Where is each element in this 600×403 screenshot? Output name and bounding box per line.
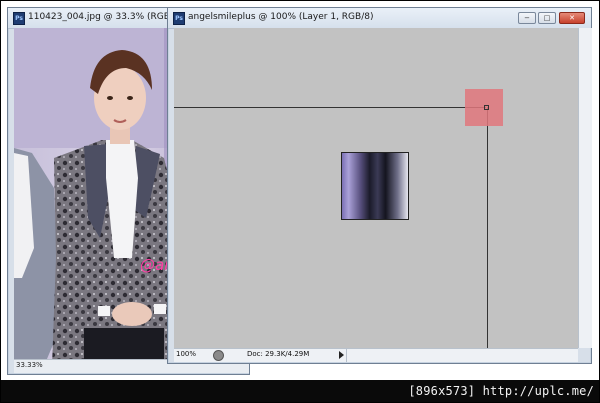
doc-size-info: Doc: 29.3K/4.29M	[247, 350, 310, 358]
canvas-document-window[interactable]: Ps angelsmileplus @ 100% (Layer 1, RGB/8…	[167, 7, 592, 364]
close-button[interactable]: ✕	[559, 12, 585, 24]
canvas-window-title: angelsmileplus @ 100% (Layer 1, RGB/8)	[188, 12, 374, 22]
canvas-window-titlebar[interactable]: Ps angelsmileplus @ 100% (Layer 1, RGB/8…	[168, 8, 591, 29]
canvas-zoom-level[interactable]: 100%	[176, 350, 196, 358]
status-info-icon[interactable]	[213, 350, 224, 361]
footer-bar: [896x573] http://uplc.me/	[0, 380, 600, 403]
canvas-status-bar: 100% Doc: 29.3K/4.29M	[174, 348, 578, 362]
status-menu-arrow-icon[interactable]	[339, 351, 344, 359]
minimize-button[interactable]: −	[518, 12, 536, 24]
photo-window-title: 110423_004.jpg @ 33.3% (RGB/8)	[28, 12, 183, 22]
horizontal-scrollbar[interactable]	[346, 349, 579, 362]
horizontal-guide-line[interactable]	[174, 107, 486, 108]
photoshop-icon: Ps	[173, 12, 185, 25]
photoshop-icon: Ps	[13, 12, 25, 25]
vertical-guide-line[interactable]	[487, 107, 488, 348]
desktop-stage: Ps 110423_004.jpg @ 33.3% (RGB/8) 33.33%…	[0, 0, 600, 403]
maximize-button[interactable]: □	[538, 12, 556, 24]
footer-text: [896x573] http://uplc.me/	[408, 384, 594, 398]
gradient-swatch[interactable]	[341, 152, 409, 220]
vertical-scrollbar[interactable]	[578, 28, 592, 348]
transform-handle[interactable]	[484, 105, 489, 110]
photo-zoom-level[interactable]: 33.33%	[16, 361, 43, 369]
canvas-area[interactable]	[174, 28, 578, 348]
